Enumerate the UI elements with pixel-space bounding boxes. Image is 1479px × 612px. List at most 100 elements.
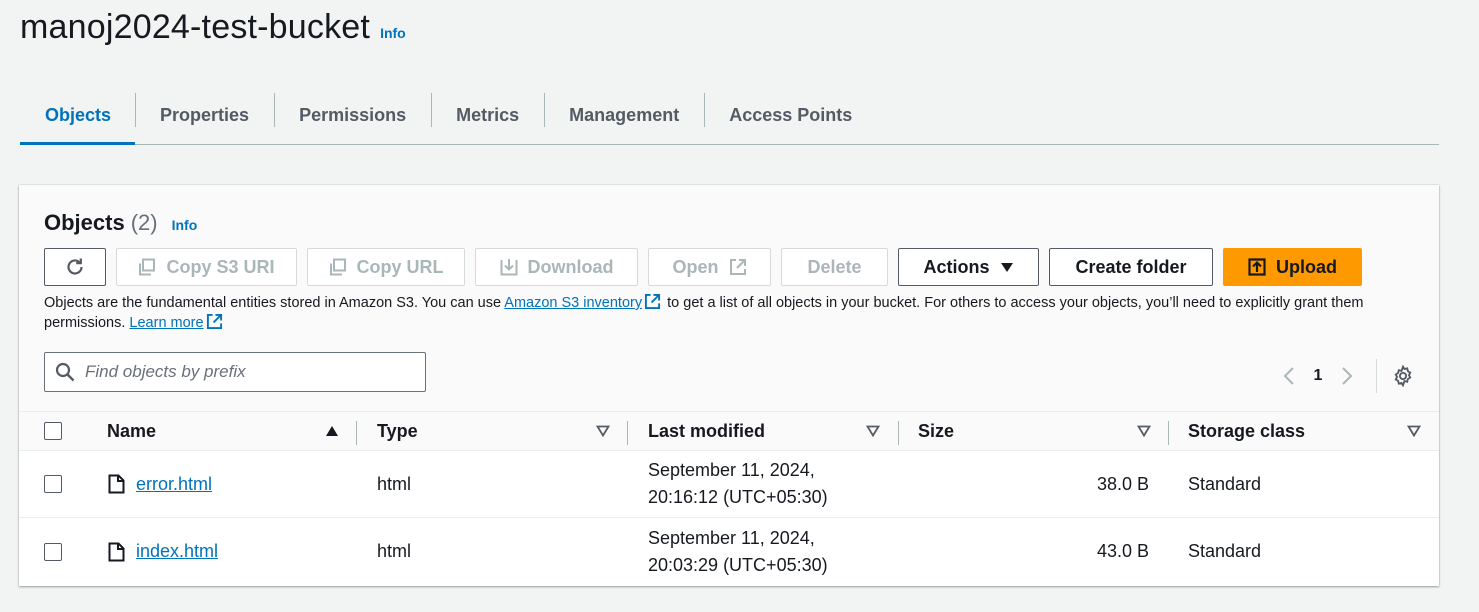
- table-row[interactable]: error.html html September 11, 2024, 20:1…: [19, 451, 1439, 518]
- column-header-type[interactable]: Type: [377, 412, 418, 450]
- column-header-size[interactable]: Size: [918, 412, 954, 450]
- object-size: 38.0 B: [1096, 473, 1149, 494]
- caret-down-icon: [1000, 263, 1013, 272]
- delete-button[interactable]: Delete: [781, 248, 888, 286]
- download-label: Download: [527, 256, 614, 277]
- object-last-modified: September 11, 2024, 20:16:12 (UTC+05:30): [648, 451, 828, 517]
- objects-panel-title: Objects (2) Info: [44, 210, 197, 236]
- create-folder-label: Create folder: [1075, 256, 1187, 277]
- learn-more-link[interactable]: Learn more: [129, 315, 203, 331]
- object-type: html: [377, 473, 412, 494]
- row-select-cell: [44, 518, 62, 585]
- page-title: manoj2024-test-bucket: [20, 8, 371, 46]
- select-all-cell: [44, 412, 62, 450]
- sort-caret-down-icon[interactable]: [1407, 412, 1421, 450]
- delete-label: Delete: [807, 256, 862, 277]
- tab-objects[interactable]: Objects: [20, 86, 136, 145]
- table-row[interactable]: index.html html September 11, 2024, 20:0…: [19, 518, 1439, 585]
- next-page-button[interactable]: [1330, 362, 1364, 390]
- sort-caret-down-icon[interactable]: [866, 412, 880, 450]
- object-name-cell: index.html: [108, 518, 218, 585]
- sort-ascending-icon[interactable]: [325, 412, 339, 450]
- open-label: Open: [672, 256, 719, 277]
- preferences-button[interactable]: [1389, 362, 1417, 390]
- previous-page-button[interactable]: [1272, 362, 1306, 390]
- tab-access-points[interactable]: Access Points: [704, 86, 877, 144]
- object-name-link[interactable]: index.html: [136, 541, 218, 562]
- refresh-button[interactable]: [44, 248, 106, 286]
- sort-caret-down-icon[interactable]: [596, 412, 610, 450]
- tab-metrics[interactable]: Metrics: [431, 86, 544, 144]
- objects-description: Objects are the fundamental entities sto…: [44, 293, 1419, 333]
- modified-date: September 11, 2024,: [648, 527, 815, 548]
- upload-icon: [1248, 258, 1266, 276]
- gear-icon: [1394, 365, 1412, 387]
- copy-s3-uri-label: Copy S3 URI: [166, 256, 275, 277]
- description-text-1: Objects are the fundamental entities sto…: [44, 295, 505, 311]
- objects-info-link[interactable]: Info: [172, 217, 198, 233]
- download-icon: [500, 259, 517, 276]
- object-type: html: [377, 541, 412, 561]
- refresh-icon: [67, 258, 83, 275]
- row-checkbox[interactable]: [44, 475, 62, 493]
- current-page-number[interactable]: 1: [1306, 367, 1330, 385]
- download-button[interactable]: Download: [475, 248, 638, 286]
- select-all-checkbox[interactable]: [44, 422, 62, 440]
- search-field[interactable]: [44, 352, 426, 392]
- copy-icon: [139, 258, 156, 276]
- column-header-last-modified[interactable]: Last modified: [648, 412, 765, 450]
- actions-dropdown[interactable]: Actions: [898, 248, 1039, 286]
- objects-panel-header: Objects (2) Info Copy S3 URI Copy URL Do…: [19, 185, 1439, 412]
- object-last-modified: September 11, 2024, 20:03:29 (UTC+05:30): [648, 518, 828, 585]
- upload-label: Upload: [1276, 256, 1337, 277]
- modified-time: 20:03:29 (UTC+05:30): [648, 554, 828, 575]
- column-divider[interactable]: [627, 421, 628, 445]
- object-storage-class: Standard: [1188, 541, 1262, 561]
- page-header: manoj2024-test-bucket Info: [20, 8, 406, 47]
- objects-toolbar: Copy S3 URI Copy URL Download Open Delet…: [44, 248, 1362, 286]
- s3-inventory-link[interactable]: Amazon S3 inventory: [504, 295, 642, 311]
- pagination-divider: [1376, 359, 1377, 393]
- row-checkbox[interactable]: [44, 542, 62, 561]
- tab-management[interactable]: Management: [544, 86, 704, 144]
- bucket-tabs: Objects Properties Permissions Metrics M…: [20, 86, 1439, 145]
- tab-permissions[interactable]: Permissions: [274, 86, 431, 144]
- external-link-icon: [645, 293, 661, 310]
- column-divider[interactable]: [1168, 421, 1169, 445]
- chevron-right-icon: [1342, 367, 1353, 385]
- object-size: 43.0 B: [1096, 541, 1149, 561]
- modified-time: 20:16:12 (UTC+05:30): [648, 487, 828, 507]
- sort-caret-down-icon[interactable]: [1137, 412, 1151, 450]
- search-icon: [55, 362, 75, 382]
- chevron-left-icon: [1283, 367, 1294, 385]
- open-button[interactable]: Open: [648, 248, 771, 286]
- header-info-link[interactable]: Info: [380, 25, 406, 41]
- column-divider[interactable]: [898, 421, 899, 445]
- tab-properties[interactable]: Properties: [135, 86, 274, 144]
- modified-date: September 11, 2024,: [648, 460, 815, 480]
- copy-url-button[interactable]: Copy URL: [307, 248, 465, 286]
- row-select-cell: [44, 451, 62, 517]
- copy-s3-uri-button[interactable]: Copy S3 URI: [116, 248, 297, 286]
- copy-url-label: Copy URL: [356, 256, 444, 277]
- objects-count: (2): [130, 210, 158, 235]
- objects-panel: Objects (2) Info Copy S3 URI Copy URL Do…: [19, 185, 1439, 586]
- object-storage-class: Standard: [1188, 473, 1262, 494]
- column-header-name[interactable]: Name: [107, 412, 156, 450]
- search-input[interactable]: [85, 362, 425, 382]
- external-link-icon: [206, 313, 222, 330]
- file-icon: [108, 474, 125, 494]
- table-header: Name Type Last modified Size Storage cla…: [19, 412, 1439, 451]
- create-folder-button[interactable]: Create folder: [1049, 248, 1213, 286]
- external-link-icon: [729, 259, 746, 275]
- file-icon: [108, 542, 125, 561]
- column-divider[interactable]: [356, 421, 357, 445]
- column-header-storage-class[interactable]: Storage class: [1188, 412, 1305, 450]
- pagination: 1: [1272, 359, 1417, 393]
- copy-icon: [329, 258, 346, 276]
- object-name-cell: error.html: [108, 451, 212, 517]
- actions-label: Actions: [923, 256, 990, 277]
- upload-button[interactable]: Upload: [1223, 248, 1362, 286]
- object-name-link[interactable]: error.html: [136, 474, 212, 495]
- objects-heading: Objects: [44, 210, 125, 235]
